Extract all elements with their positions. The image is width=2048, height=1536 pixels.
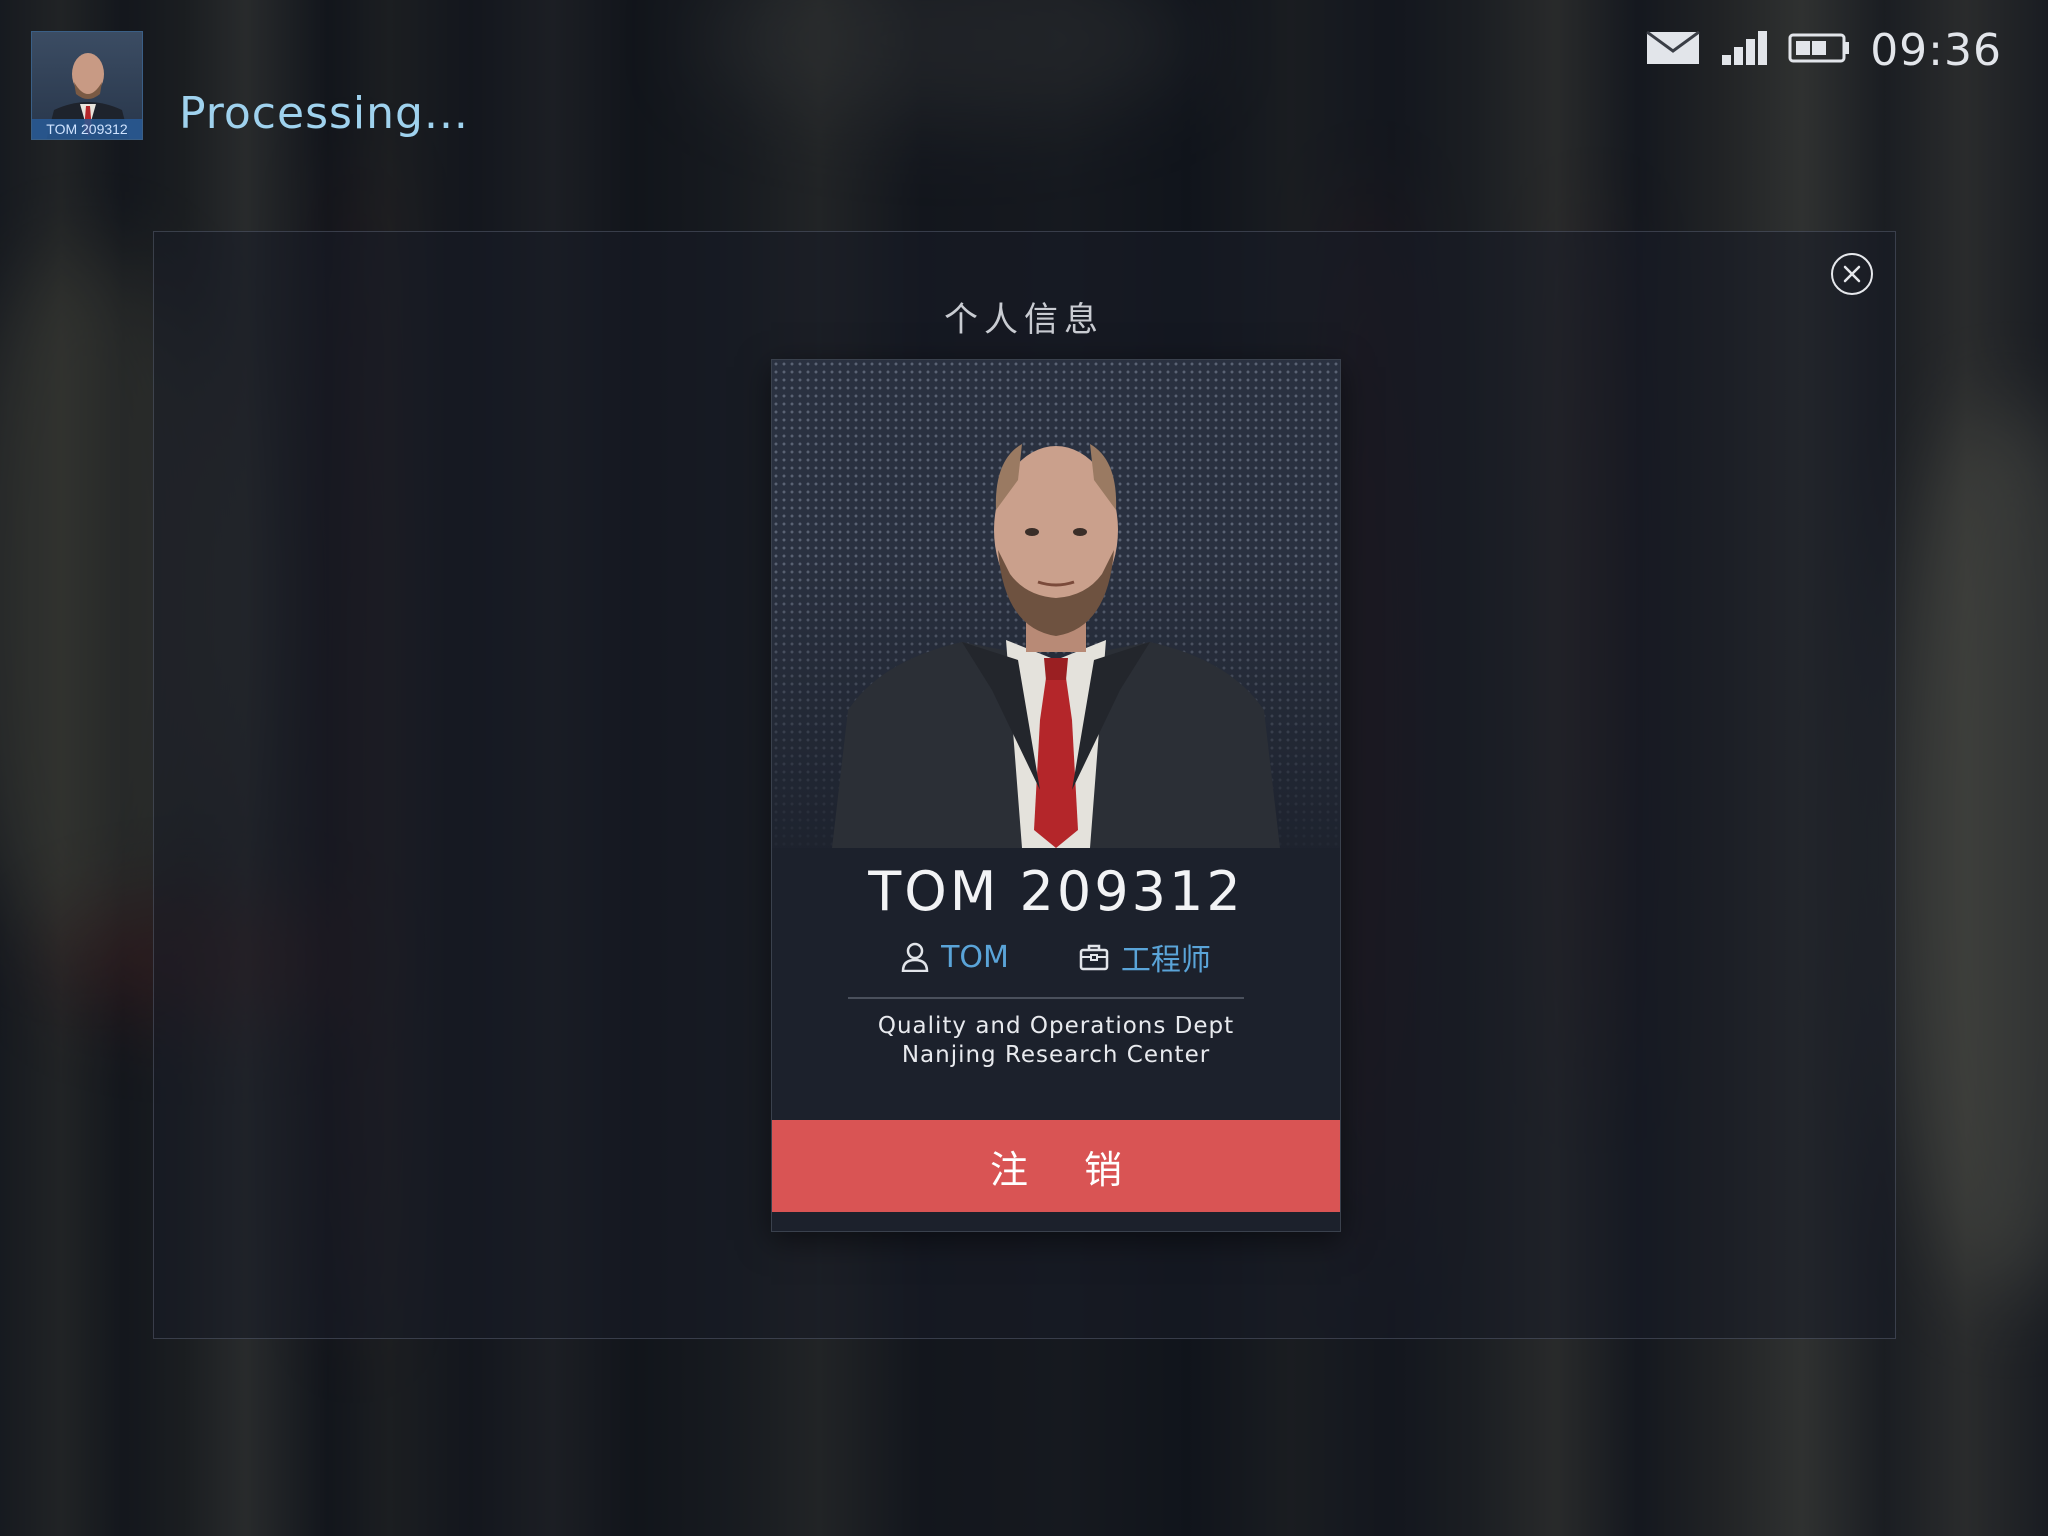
processing-status: Processing...: [179, 88, 469, 139]
mail-icon[interactable]: [1646, 30, 1701, 69]
close-icon: [1843, 265, 1861, 283]
role-label: 工程师: [1120, 943, 1211, 978]
username-label: TOM: [941, 939, 1009, 975]
close-button[interactable]: [1831, 253, 1873, 295]
role-item: 工程师: [1079, 935, 1211, 979]
profile-photo: [772, 360, 1340, 848]
department-line: Quality and Operations Dept: [877, 1013, 1235, 1039]
profile-meta-row: TOM 工程师: [772, 935, 1340, 979]
department-info: Quality and Operations Dept Nanjing Rese…: [772, 1012, 1340, 1070]
status-bar: 09:36: [1646, 22, 2002, 78]
user-icon: [901, 942, 929, 972]
logout-button[interactable]: 注 销: [772, 1120, 1340, 1212]
card-divider: [848, 997, 1244, 999]
signal-icon: [1720, 31, 1768, 69]
profile-card: TOM 209312 TOM 工程师 Quality and Operation…: [771, 359, 1341, 1232]
briefcase-icon: [1079, 944, 1109, 971]
battery-icon: [1788, 33, 1850, 67]
profile-name-id: TOM 209312: [868, 860, 1244, 923]
dialog-title: 个人信息: [944, 300, 1104, 340]
portrait-icon: [832, 444, 1280, 848]
username-item: TOM: [901, 935, 1009, 979]
clock-time: 09:36: [1870, 24, 2002, 76]
avatar-tag: TOM 209312: [32, 119, 142, 139]
location-line: Nanjing Research Center: [901, 1042, 1211, 1068]
user-avatar-thumbnail[interactable]: TOM 209312: [31, 31, 143, 140]
